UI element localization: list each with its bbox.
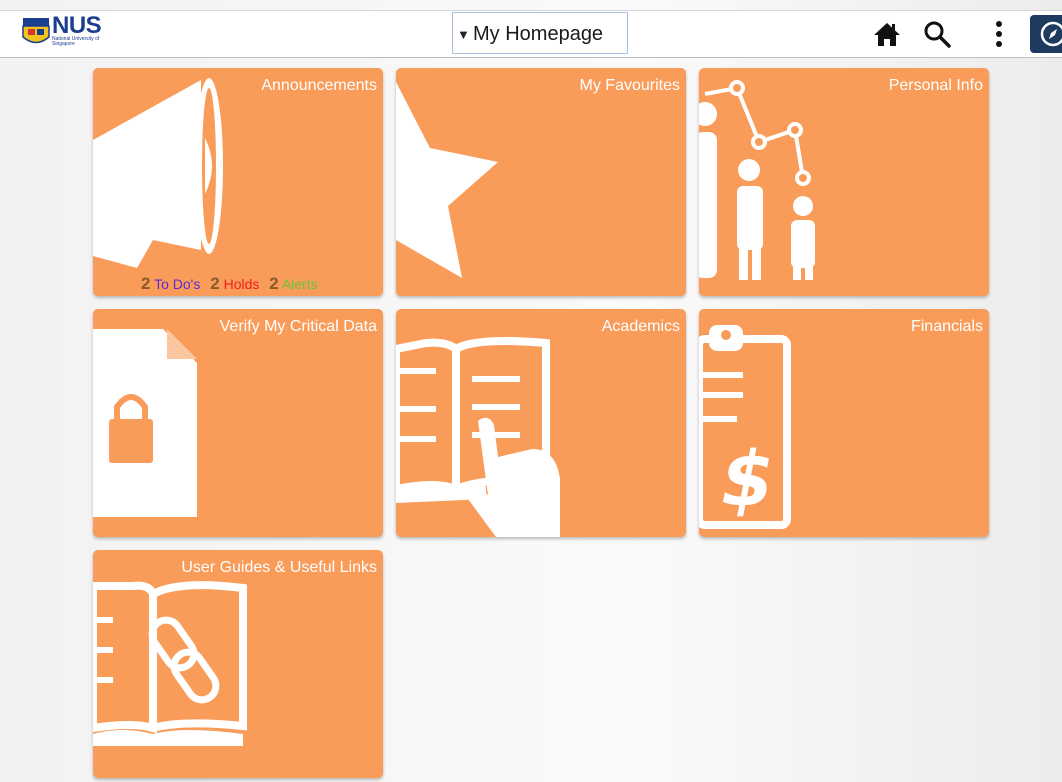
- header-bar: NUS National University of Singapore ▼ M…: [0, 10, 1062, 58]
- todo-link[interactable]: To Do's: [154, 276, 200, 292]
- alerts-count: 2: [269, 274, 279, 293]
- book-touch-icon: [396, 337, 560, 537]
- tile-user-guides[interactable]: User Guides & Useful Links: [93, 550, 383, 778]
- tile-title: Academics: [601, 318, 680, 335]
- todo-count: 2: [141, 274, 151, 293]
- tile-title: Verify My Critical Data: [219, 318, 377, 335]
- homepage-label: My Homepage: [473, 23, 604, 45]
- holds-link[interactable]: Holds: [224, 276, 260, 292]
- tile-title: User Guides & Useful Links: [181, 559, 377, 576]
- tile-announcements[interactable]: Announcements 2 To Do's 2 Holds 2 Alerts: [93, 68, 383, 296]
- tile-title: My Favourites: [579, 77, 680, 94]
- navigator-icon: [1040, 21, 1062, 47]
- tile-my-favourites[interactable]: My Favourites: [396, 68, 686, 296]
- search-icon[interactable]: [922, 19, 952, 49]
- nus-crest-icon: [22, 18, 50, 44]
- clipboard-dollar-icon: $: [699, 325, 791, 529]
- more-icon[interactable]: [984, 19, 1014, 49]
- svg-text:$: $: [721, 434, 774, 523]
- tile-financials[interactable]: $ Financials: [699, 309, 989, 537]
- tile-academics[interactable]: Academics: [396, 309, 686, 537]
- logo-subtitle: National University of Singapore: [52, 36, 100, 47]
- tile-title: Personal Info: [888, 77, 983, 94]
- megaphone-icon: [93, 78, 223, 268]
- homepage-selector[interactable]: ▼ My Homepage: [452, 12, 628, 54]
- star-icon: [396, 82, 498, 278]
- nus-logo[interactable]: NUS National University of Singapore: [22, 12, 112, 52]
- tile-title: Announcements: [261, 77, 377, 94]
- alerts-link[interactable]: Alerts: [282, 276, 318, 292]
- book-link-icon: [93, 581, 247, 746]
- caret-down-icon: ▼: [457, 27, 470, 42]
- locked-document-icon: [93, 329, 197, 517]
- tile-verify-critical-data[interactable]: Verify My Critical Data: [93, 309, 383, 537]
- announcement-counts: 2 To Do's 2 Holds 2 Alerts: [135, 274, 318, 294]
- home-icon[interactable]: [872, 19, 902, 49]
- navigator-button[interactable]: [1030, 15, 1062, 53]
- tile-title: Financials: [910, 318, 983, 335]
- family-chart-icon: [699, 80, 815, 280]
- holds-count: 2: [210, 274, 220, 293]
- tile-personal-info[interactable]: Personal Info: [699, 68, 989, 296]
